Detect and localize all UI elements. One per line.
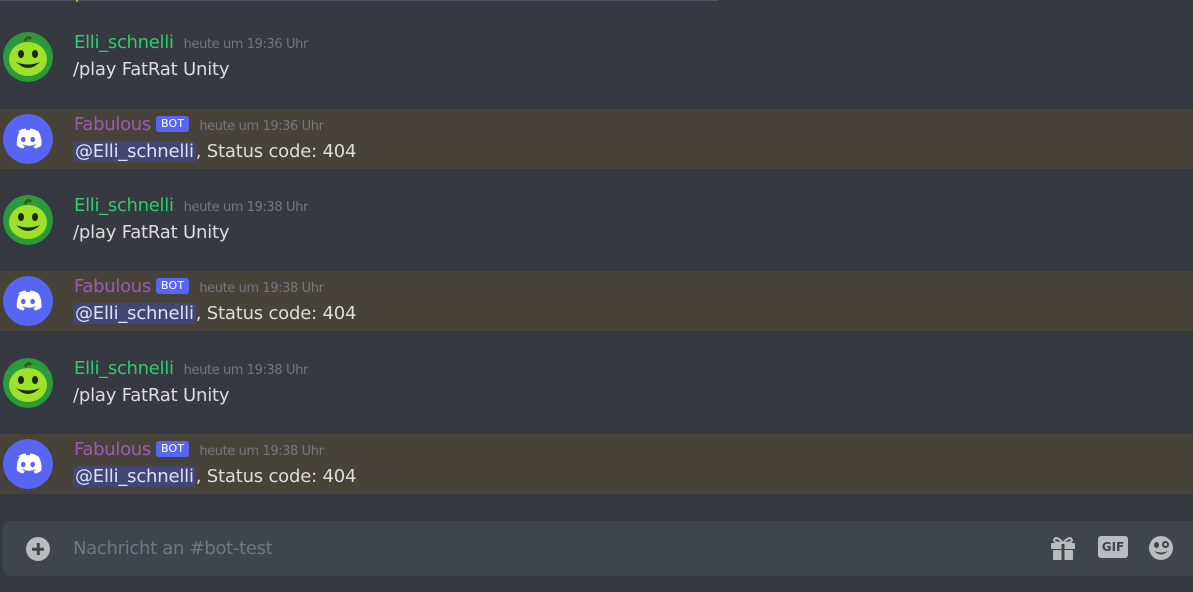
message-content: /play FatRat Unity xyxy=(73,222,230,243)
message-item-mentioned[interactable]: Fabulous BOT heute um 19:36 Uhr @Elli_sc… xyxy=(0,109,1193,169)
message-content: @Elli_schnelli, Status code: 404 xyxy=(73,303,356,324)
chat-view: Elli_schnelli heute um 19:36 Uhr /play F… xyxy=(0,0,1193,592)
green-apple-face-icon xyxy=(3,32,53,82)
user-mention[interactable]: @Elli_schnelli xyxy=(73,466,196,487)
message-content: @Elli_schnelli, Status code: 404 xyxy=(73,141,356,162)
user-mention[interactable]: @Elli_schnelli xyxy=(73,303,196,324)
timestamp[interactable]: heute um 19:38 Uhr xyxy=(199,444,324,459)
message-header: Fabulous BOT heute um 19:38 Uhr xyxy=(74,439,324,460)
gif-icon[interactable]: GIF xyxy=(1098,536,1128,558)
plus-circle-icon[interactable] xyxy=(26,537,50,561)
message-item-mentioned[interactable]: Fabulous BOT heute um 19:38 Uhr @Elli_sc… xyxy=(0,271,1193,331)
message-header: Elli_schnelli heute um 19:38 Uhr xyxy=(74,358,308,379)
bot-tag: BOT xyxy=(155,441,190,457)
green-apple-face-icon xyxy=(3,358,53,408)
timestamp[interactable]: heute um 19:36 Uhr xyxy=(199,119,324,134)
message-item[interactable]: Elli_schnelli heute um 19:36 Uhr /play F… xyxy=(0,22,1193,82)
green-apple-face-icon xyxy=(3,195,53,245)
message-header: Fabulous BOT heute um 19:38 Uhr xyxy=(74,276,324,297)
bot-tag: BOT xyxy=(155,116,190,132)
message-item[interactable]: Elli_schnelli heute um 19:38 Uhr /play F… xyxy=(0,185,1193,245)
timestamp[interactable]: heute um 19:38 Uhr xyxy=(199,281,324,296)
bot-avatar[interactable] xyxy=(3,439,53,489)
message-text: , Status code: 404 xyxy=(195,303,357,324)
message-text: , Status code: 404 xyxy=(195,466,357,487)
divider-marker xyxy=(76,0,78,2)
author-name[interactable]: Elli_schnelli xyxy=(74,195,174,216)
message-header: Fabulous BOT heute um 19:36 Uhr xyxy=(74,114,324,135)
discord-logo-icon xyxy=(3,276,53,326)
message-item[interactable]: Elli_schnelli heute um 19:38 Uhr /play F… xyxy=(0,348,1193,408)
author-name[interactable]: Fabulous xyxy=(74,114,151,135)
message-text: , Status code: 404 xyxy=(195,141,357,162)
timestamp[interactable]: heute um 19:38 Uhr xyxy=(184,363,309,378)
user-avatar[interactable] xyxy=(3,32,53,82)
user-avatar[interactable] xyxy=(3,195,53,245)
message-content: @Elli_schnelli, Status code: 404 xyxy=(73,466,356,487)
author-name[interactable]: Fabulous xyxy=(74,276,151,297)
author-name[interactable]: Elli_schnelli xyxy=(74,358,174,379)
gift-icon[interactable] xyxy=(1048,534,1078,562)
timestamp[interactable]: heute um 19:38 Uhr xyxy=(184,200,309,215)
emoji-icon[interactable] xyxy=(1146,534,1176,562)
message-content: /play FatRat Unity xyxy=(73,59,230,80)
bot-avatar[interactable] xyxy=(3,276,53,326)
timestamp[interactable]: heute um 19:36 Uhr xyxy=(184,37,309,52)
message-header: Elli_schnelli heute um 19:36 Uhr xyxy=(74,32,308,53)
bot-tag: BOT xyxy=(155,278,190,294)
user-mention[interactable]: @Elli_schnelli xyxy=(73,141,196,162)
message-composer: GIF xyxy=(3,521,1193,576)
author-name[interactable]: Elli_schnelli xyxy=(74,32,174,53)
message-content: /play FatRat Unity xyxy=(73,385,230,406)
message-header: Elli_schnelli heute um 19:38 Uhr xyxy=(74,195,308,216)
message-divider xyxy=(0,0,718,2)
user-avatar[interactable] xyxy=(3,358,53,408)
message-input[interactable] xyxy=(73,534,973,562)
message-item-mentioned[interactable]: Fabulous BOT heute um 19:38 Uhr @Elli_sc… xyxy=(0,434,1193,494)
discord-logo-icon xyxy=(3,439,53,489)
discord-logo-icon xyxy=(3,114,53,164)
author-name[interactable]: Fabulous xyxy=(74,439,151,460)
bot-avatar[interactable] xyxy=(3,114,53,164)
